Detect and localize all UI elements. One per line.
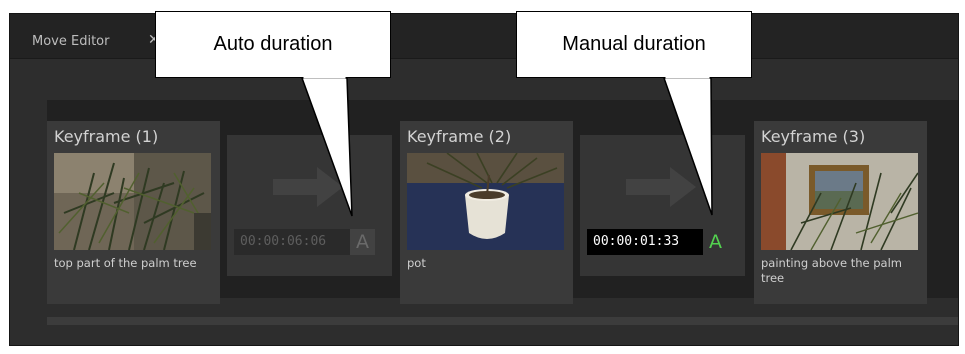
callout-joins	[303, 75, 710, 79]
